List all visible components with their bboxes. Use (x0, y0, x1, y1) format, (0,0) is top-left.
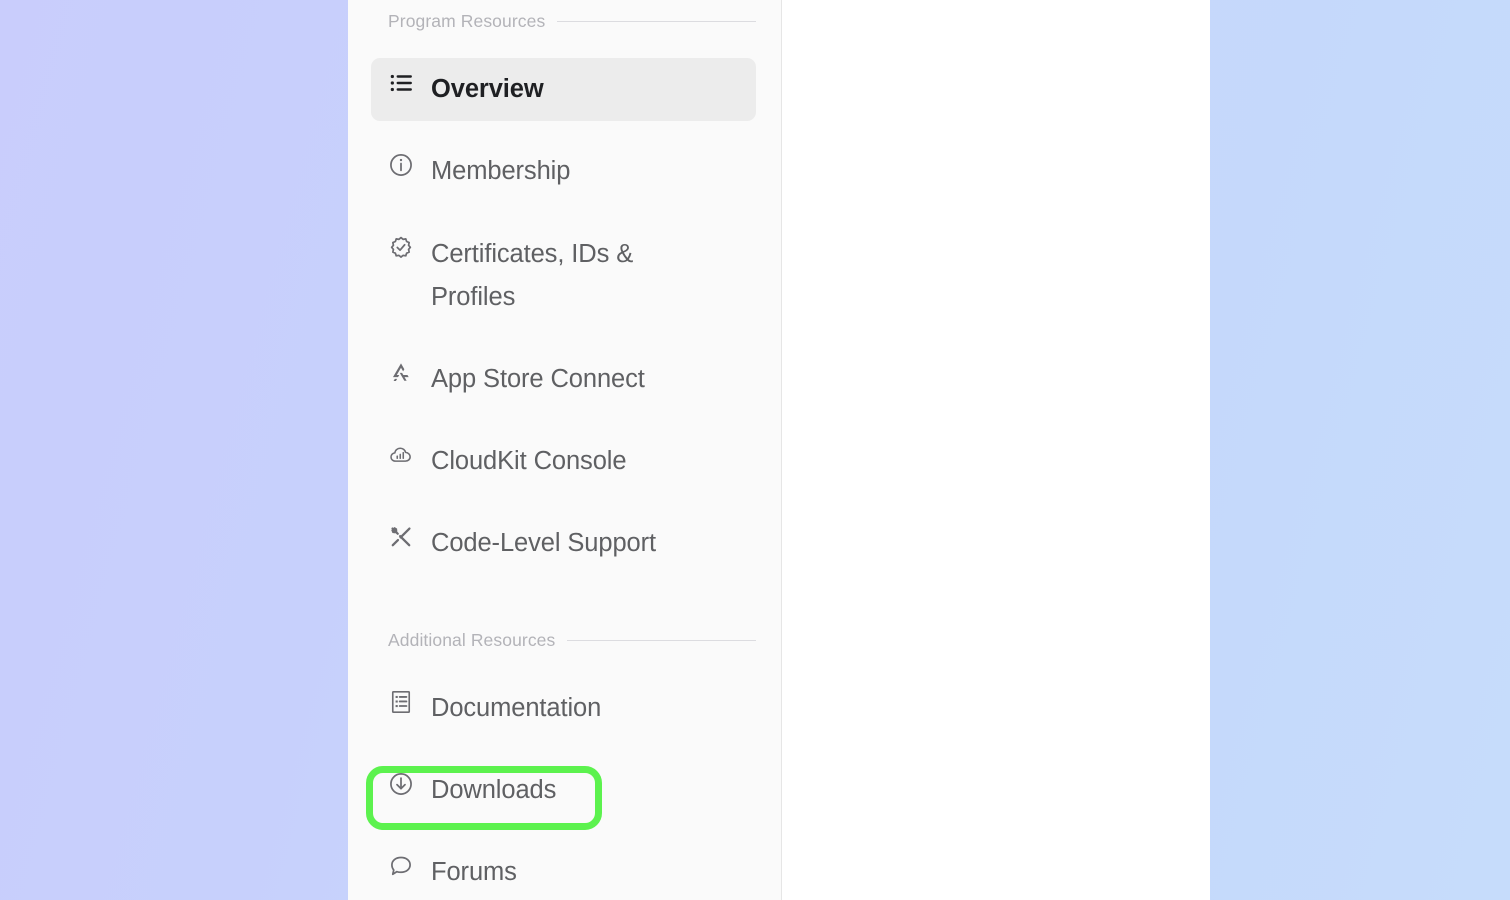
sidebar-item-label: Certificates, IDs & Profiles (431, 240, 634, 311)
sidebar-item-label: Downloads (431, 776, 557, 804)
sidebar-item-forums[interactable]: Forums (371, 841, 756, 900)
section-title: Program Resources (388, 11, 546, 31)
sidebar-item-label: App Store Connect (431, 365, 645, 393)
app-store-icon (387, 358, 415, 388)
section-header-additional-resources: Additional Resources (388, 630, 756, 651)
sidebar-item-overview[interactable]: Overview (371, 58, 756, 121)
list-icon (387, 68, 415, 98)
document-list-icon (387, 687, 415, 717)
section-divider (567, 640, 756, 641)
speech-bubble-icon (387, 851, 415, 881)
section-title: Additional Resources (388, 630, 556, 650)
sidebar-item-label: Forums (431, 858, 517, 886)
sidebar-item-downloads[interactable]: Downloads (371, 759, 756, 822)
download-circle-icon (387, 769, 415, 799)
sidebar-item-label: Membership (431, 157, 571, 185)
sidebar-item-membership[interactable]: Membership (371, 140, 756, 203)
info-circle-icon (387, 150, 415, 180)
sidebar-item-documentation[interactable]: Documentation (371, 677, 756, 740)
section-divider (557, 21, 756, 22)
program-resources-sidebar: Program Resources Overview Membership Ce… (348, 0, 782, 900)
sidebar-item-certificates-ids-profiles[interactable]: Certificates, IDs & Profiles (371, 223, 756, 329)
sidebar-item-cloudkit-console[interactable]: CloudKit Console (371, 430, 756, 493)
sidebar-item-label: CloudKit Console (431, 447, 627, 475)
sidebar-item-label: Overview (431, 75, 544, 103)
sidebar-item-app-store-connect[interactable]: App Store Connect (371, 348, 756, 411)
sidebar-item-code-level-support[interactable]: Code-Level Support (371, 512, 756, 575)
screen: Program Resources Overview Membership Ce… (0, 0, 1510, 900)
tools-icon (387, 522, 415, 552)
sidebar-item-label: Code-Level Support (431, 529, 657, 557)
cloud-chart-icon (387, 440, 415, 470)
certificate-badge-icon (387, 233, 415, 263)
section-header-program-resources: Program Resources (388, 11, 756, 32)
sidebar-item-label: Documentation (431, 694, 602, 722)
